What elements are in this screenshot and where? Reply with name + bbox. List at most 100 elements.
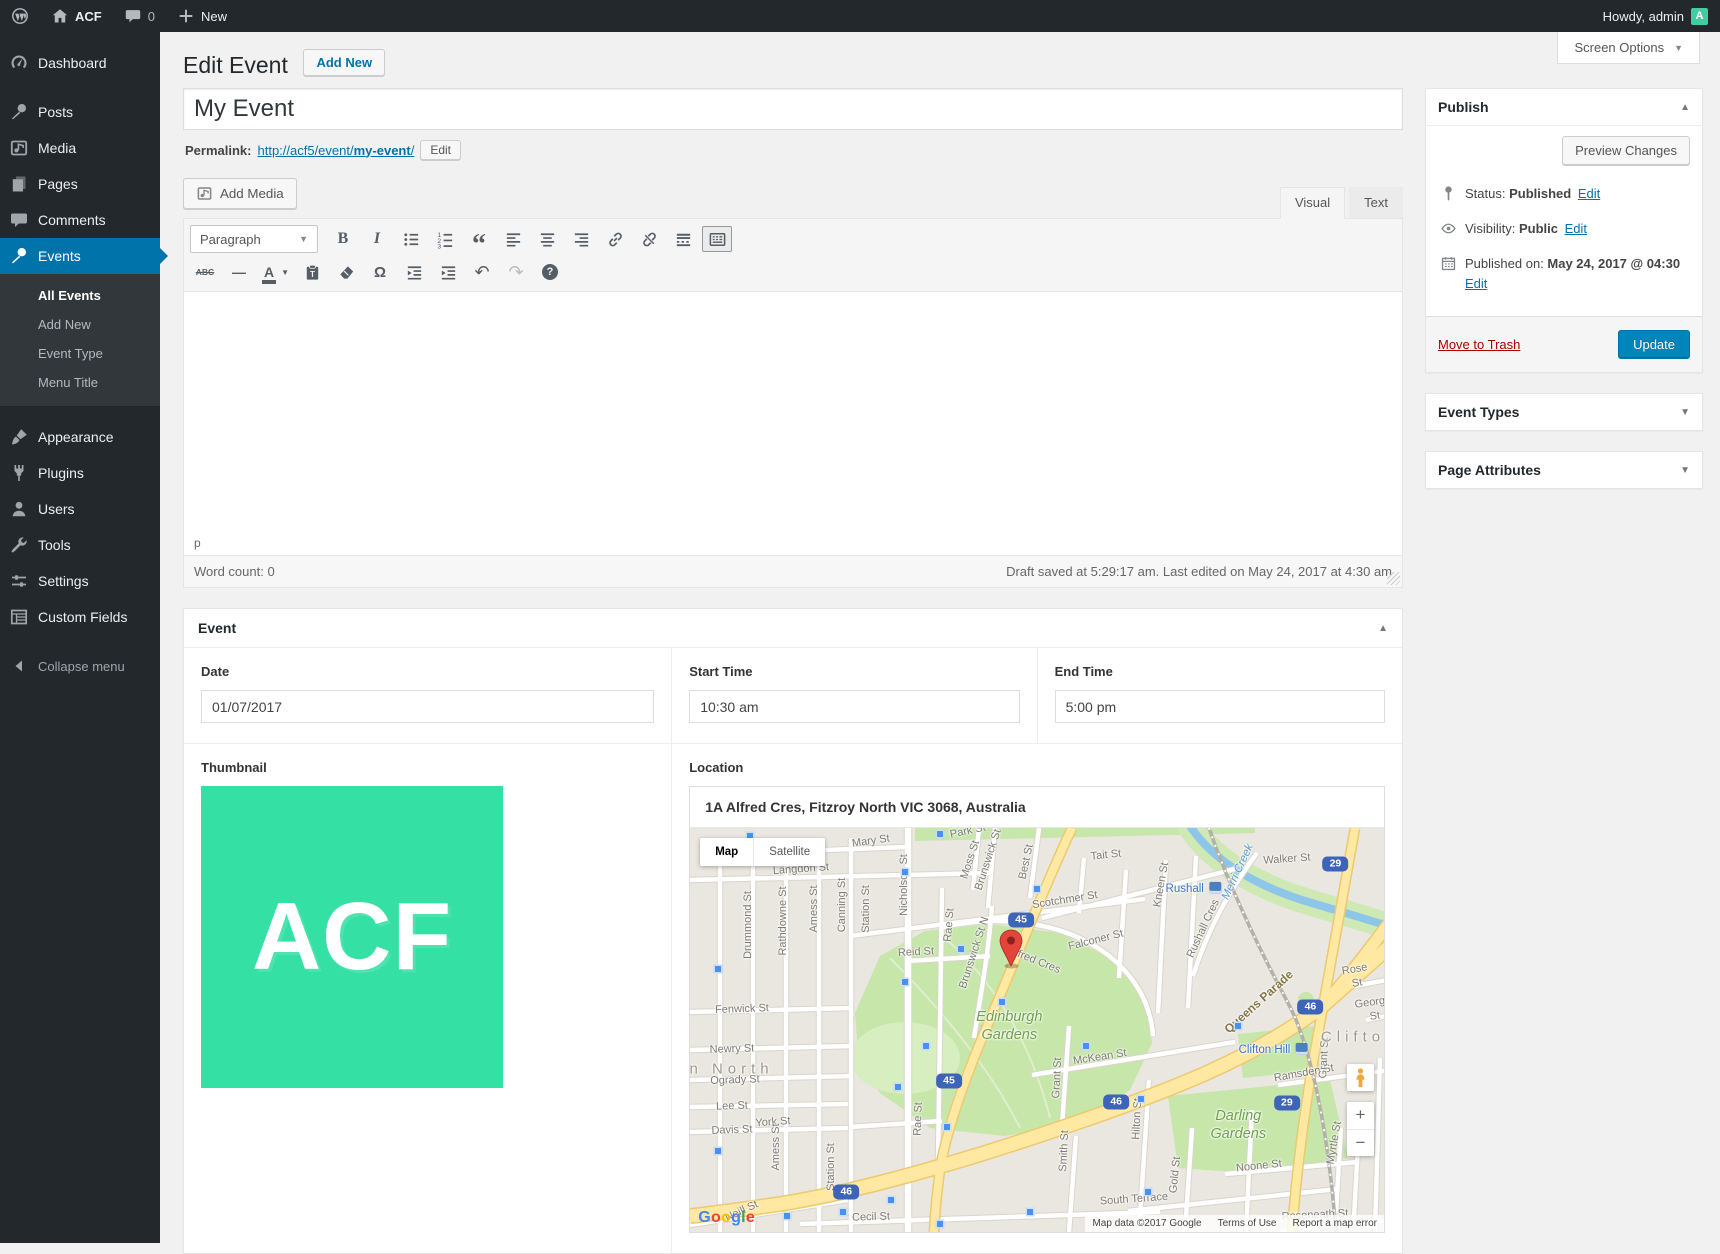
tab-text[interactable]: Text [1349,187,1403,218]
wrench-icon [9,535,29,555]
account-menu[interactable]: Howdy, admin A [1591,8,1720,25]
add-new-button[interactable]: Add New [303,49,385,76]
triangle-down-icon[interactable]: ▼ [1680,407,1690,418]
submenu-all-events[interactable]: All Events [0,281,160,310]
read-more-button[interactable] [668,226,698,252]
unlink-button[interactable] [634,226,664,252]
permalink-suffix: / [411,143,415,158]
sidebar-item-settings[interactable]: Settings [0,563,160,599]
visibility-label: Visibility: [1465,221,1515,236]
sidebar-label: Dashboard [38,55,107,71]
thumbnail-image[interactable]: ACF [201,786,503,1088]
add-media-label: Add Media [220,186,284,201]
calendar-icon [1440,255,1457,272]
bullet-list-button[interactable] [396,226,426,252]
numbered-list-button[interactable]: 123 [430,226,460,252]
route-shield: 29 [1323,857,1349,872]
date-field-label: Date [201,664,654,679]
map-type-satellite-button[interactable]: Satellite [753,838,825,866]
route-shield: 46 [833,1184,859,1199]
new-content-menu[interactable]: New [166,0,238,32]
sidebar-item-comments[interactable]: Comments [0,202,160,238]
edit-published-date-link[interactable]: Edit [1465,276,1487,291]
screen-options-tab[interactable]: Screen Options ▼ [1557,32,1700,64]
terms-of-use-link[interactable]: Terms of Use [1218,1218,1277,1229]
sidebar-item-appearance[interactable]: Appearance [0,419,160,455]
triangle-down-icon[interactable]: ▼ [1680,465,1690,476]
add-media-button[interactable]: Add Media [183,178,297,209]
edit-visibility-link[interactable]: Edit [1565,221,1587,236]
clear-formatting-button[interactable] [331,259,361,285]
submenu-event-type[interactable]: Event Type [0,339,160,368]
triangle-up-icon[interactable]: ▲ [1378,623,1388,634]
redo-button[interactable]: ↷ [501,259,531,285]
comments-bubble[interactable]: 0 [113,0,166,32]
preview-changes-button[interactable]: Preview Changes [1562,136,1690,165]
route-shield: 45 [1008,913,1034,928]
move-to-trash-link[interactable]: Move to Trash [1438,337,1520,352]
collapse-menu-button[interactable]: Collapse menu [0,648,160,684]
date-field-input[interactable] [201,690,654,723]
permalink-link[interactable]: http://acf5/event/my-event/ [257,143,414,158]
triangle-up-icon[interactable]: ▲ [1680,102,1690,113]
map-type-map-button[interactable]: Map [700,838,753,866]
sidebar-label: Comments [38,212,106,228]
wordpress-logo-icon[interactable] [0,0,40,32]
map-marker-pin[interactable] [998,929,1025,972]
permalink: Permalink: http://acf5/event/my-event/ E… [185,140,1403,160]
align-left-button[interactable] [498,226,528,252]
sidebar-item-tools[interactable]: Tools [0,527,160,563]
tab-visual[interactable]: Visual [1280,187,1345,219]
sidebar-item-media[interactable]: Media [0,130,160,166]
indent-button[interactable] [433,259,463,285]
howdy-text: Howdy, admin [1603,9,1684,24]
editor-content-area[interactable] [184,292,1402,532]
start-time-field-input[interactable] [689,690,1019,723]
brush-icon [9,427,29,447]
submenu-menu-title[interactable]: Menu Title [0,368,160,397]
google-map[interactable]: Mary StNicholson StLangdon StDrummond St… [690,828,1384,1232]
zoom-out-button[interactable]: − [1347,1129,1374,1156]
edit-status-link[interactable]: Edit [1578,186,1600,201]
location-address-input[interactable] [690,787,1384,828]
editor-resize-handle[interactable] [1387,572,1400,585]
sidebar-item-plugins[interactable]: Plugins [0,455,160,491]
bold-button[interactable]: B [328,226,358,252]
editor-element-path[interactable]: p [184,532,1402,555]
italic-button[interactable]: I [362,226,392,252]
sidebar-item-users[interactable]: Users [0,491,160,527]
street-view-pegman[interactable] [1347,1064,1374,1091]
google-logo[interactable]: Google [698,1209,755,1227]
submenu-add-new[interactable]: Add New [0,310,160,339]
end-time-field-input[interactable] [1055,690,1385,723]
site-menu[interactable]: ACF [40,0,113,32]
edit-permalink-button[interactable]: Edit [420,140,461,160]
link-button[interactable] [600,226,630,252]
paragraph-format-select[interactable]: Paragraph ▼ [190,225,318,253]
sidebar-item-custom-fields[interactable]: Custom Fields [0,599,160,635]
text-color-button[interactable]: A▼ [258,259,293,285]
help-button[interactable]: ? [535,259,565,285]
horizontal-rule-button[interactable]: — [224,259,254,285]
paste-as-text-button[interactable]: T [297,259,327,285]
align-right-button[interactable] [566,226,596,252]
outdent-button[interactable] [399,259,429,285]
sidebar-item-dashboard[interactable]: Dashboard [0,45,160,81]
toolbar-toggle-button[interactable] [702,226,732,252]
blockquote-button[interactable]: “ [464,226,494,252]
sidebar-item-pages[interactable]: Pages [0,166,160,202]
new-label: New [201,9,227,24]
post-title-input[interactable] [183,88,1403,130]
sidebar-item-posts[interactable]: Posts [0,94,160,130]
undo-button[interactable]: ↶ [467,259,497,285]
sidebar-item-events[interactable]: Events [0,238,160,274]
special-character-button[interactable]: Ω [365,259,395,285]
strikethrough-button[interactable]: ABC [190,259,220,285]
tram-stop-icon [783,1211,792,1220]
align-center-button[interactable] [532,226,562,252]
update-button[interactable]: Update [1618,330,1690,359]
report-map-error-link[interactable]: Report a map error [1293,1218,1377,1229]
zoom-in-button[interactable]: + [1347,1102,1374,1129]
post-visibility-row: Visibility: Public Edit [1438,212,1690,247]
route-shield: 46 [1298,999,1324,1014]
